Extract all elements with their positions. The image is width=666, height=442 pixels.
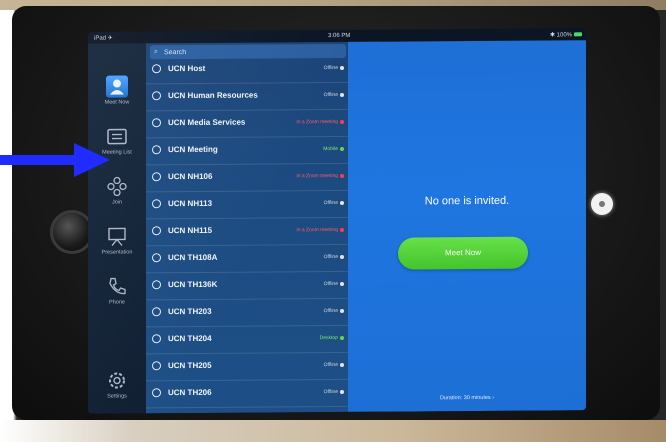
select-radio[interactable] — [152, 388, 161, 398]
nav-label: Phone — [109, 299, 125, 306]
camera-lens — [591, 193, 613, 215]
contact-name: UCN Host — [168, 63, 206, 74]
select-radio[interactable] — [152, 118, 161, 128]
contact-name: UCN Meeting — [168, 144, 218, 155]
nav-presentation[interactable]: Presentation — [88, 221, 146, 265]
contact-name: UCN Human Resources — [168, 90, 258, 101]
presence-dot-icon — [340, 200, 344, 205]
select-radio[interactable] — [152, 145, 161, 155]
select-radio[interactable] — [152, 64, 161, 74]
contact-row[interactable]: UCN TH136K Offline — [146, 271, 348, 301]
select-radio[interactable] — [152, 253, 161, 263]
contact-name: UCN NH106 — [168, 171, 213, 182]
presence-dot-icon — [340, 92, 344, 97]
contact-name: UCN Media Services — [168, 117, 246, 128]
search-icon: ⌕ — [154, 48, 158, 56]
contact-status: In a Zoom meeting — [296, 172, 338, 180]
contact-status: Offline — [323, 91, 338, 99]
select-radio[interactable] — [152, 334, 161, 344]
nav-meet-now[interactable]: Meet Now — [88, 71, 146, 115]
contact-name: UCN NH113 — [168, 198, 213, 209]
meet-now-button[interactable]: Meet Now — [398, 236, 528, 270]
tablet-screen: iPad ✈ 3:06 PM ✱ 100% Meet Now Meeting L… — [88, 28, 586, 414]
nav-phone[interactable]: Phone — [88, 271, 146, 315]
contact-row[interactable]: UCN Host Offline — [146, 55, 348, 85]
contact-name: UCN TH203 — [168, 306, 212, 317]
contact-name: UCN TH206 — [168, 387, 212, 398]
contact-name: UCN TH136K — [168, 279, 218, 290]
contact-row[interactable]: UCN TH205 Offline — [146, 352, 348, 382]
duration-selector[interactable]: Duration: 30 minutes › — [348, 394, 586, 402]
nav-label: Join — [111, 199, 123, 206]
nav-label: Meet Now — [104, 99, 130, 106]
select-radio[interactable] — [152, 172, 161, 182]
presence-dot-icon — [340, 389, 344, 394]
contact-name: UCN TH205 — [168, 360, 212, 371]
contact-name: UCN TH204 — [168, 333, 212, 344]
contact-name: UCN TH108A — [168, 252, 218, 263]
select-radio[interactable] — [152, 307, 161, 317]
nav-label: Settings — [107, 393, 127, 400]
contact-name: UCN NH115 — [168, 225, 213, 236]
presence-dot-icon — [340, 65, 344, 70]
contact-row[interactable]: UCN Human Resources Offline — [146, 82, 348, 112]
status-time: 3:06 PM — [328, 32, 351, 40]
nav-rail: Meet Now Meeting List Join Presentation — [88, 43, 146, 414]
contact-status: Offline — [323, 388, 338, 396]
status-battery-text: ✱ 100% — [549, 32, 572, 39]
presence-dot-icon — [340, 281, 344, 286]
meet-now-icon — [106, 75, 128, 98]
select-radio[interactable] — [152, 91, 161, 101]
battery-icon — [574, 32, 582, 37]
select-radio[interactable] — [152, 226, 161, 236]
no-invite-message: No one is invited. — [424, 194, 510, 208]
contact-status: Offline — [323, 64, 338, 72]
phone-icon — [106, 275, 128, 297]
nav-label: Presentation — [101, 249, 133, 256]
select-radio[interactable] — [152, 361, 161, 371]
annotation-arrow-icon — [0, 143, 110, 177]
contact-row[interactable]: UCN NH106 In a Zoom meeting — [146, 163, 348, 193]
contact-row[interactable]: UCN Media Services In a Zoom meeting — [146, 109, 348, 139]
contact-status: In a Zoom meeting — [296, 226, 338, 234]
contact-list: ⌕ UCN Host Offline UCN Human Resources Offl… — [146, 41, 348, 414]
presence-dot-icon — [340, 146, 344, 151]
contact-status: Offline — [323, 199, 338, 207]
presentation-icon — [106, 225, 128, 247]
status-device: iPad ✈ — [94, 35, 113, 42]
contact-row[interactable]: UCN TH108A Offline — [146, 244, 348, 274]
presence-dot-icon — [340, 227, 344, 232]
wood-surface-bottom — [0, 420, 666, 442]
contact-row[interactable]: UCN TH204 Desktop — [146, 325, 348, 355]
presence-dot-icon — [340, 335, 344, 340]
contact-status: Offline — [323, 361, 338, 369]
contact-status: Offline — [323, 307, 338, 315]
settings-icon — [106, 369, 128, 391]
presence-dot-icon — [340, 362, 344, 367]
detail-panel: No one is invited. Meet Now Duration: 30… — [348, 40, 586, 412]
contact-rows: UCN Host Offline UCN Human Resources Offlin… — [146, 42, 348, 409]
select-radio[interactable] — [152, 199, 161, 209]
presence-dot-icon — [340, 308, 344, 313]
contact-status: Mobile — [323, 145, 338, 153]
nav-settings[interactable]: Settings — [88, 365, 146, 409]
presence-dot-icon — [340, 173, 344, 178]
select-radio[interactable] — [152, 280, 161, 290]
photo-background: iPad ✈ 3:06 PM ✱ 100% Meet Now Meeting L… — [0, 0, 666, 442]
contact-row[interactable]: UCN NH113 Offline — [146, 190, 348, 220]
contact-row[interactable]: UCN TH203 Offline — [146, 298, 348, 328]
contact-status: Offline — [323, 280, 338, 288]
presence-dot-icon — [340, 254, 344, 259]
presence-dot-icon — [340, 119, 344, 124]
contact-row[interactable]: UCN TH206 Offline — [146, 379, 348, 409]
contact-status: In a Zoom meeting — [296, 118, 338, 126]
contact-row[interactable]: UCN NH115 In a Zoom meeting — [146, 217, 348, 247]
contact-status: Desktop — [319, 334, 338, 342]
contact-row[interactable]: UCN Meeting Mobile — [146, 136, 348, 166]
contact-status: Offline — [323, 253, 338, 261]
